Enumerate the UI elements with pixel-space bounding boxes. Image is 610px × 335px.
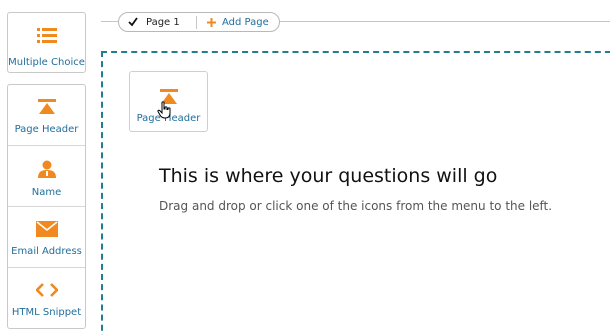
palette-item-label: Multiple Choice	[8, 57, 85, 68]
tab-page-1[interactable]: Page 1	[119, 13, 196, 31]
page-tabs: Page 1 Add Page	[118, 12, 280, 32]
palette-item-email-address[interactable]: Email Address	[8, 207, 85, 268]
palette-item-label: Name	[31, 187, 62, 198]
plus-icon	[207, 17, 216, 27]
list-icon	[36, 28, 57, 43]
tab-page-label: Page 1	[146, 16, 180, 28]
palette-item-label: HTML Snippet	[11, 307, 82, 318]
palette-item-html-snippet[interactable]: HTML Snippet	[8, 268, 85, 329]
add-page-button[interactable]: Add Page	[197, 13, 269, 31]
envelope-icon	[35, 221, 58, 237]
palette-multiple-choice-card: Multiple Choice	[7, 12, 86, 73]
checkmark-icon	[128, 17, 138, 27]
add-page-label: Add Page	[222, 16, 269, 28]
code-icon	[35, 283, 58, 297]
palette-item-label: Page Header	[14, 124, 79, 135]
palette-item-page-header[interactable]: Page Header	[8, 85, 85, 146]
palette-item-label: Email Address	[11, 246, 82, 257]
palette-item-multiple-choice[interactable]: Multiple Choice	[8, 13, 85, 72]
empty-state-subtitle: Drag and drop or click one of the icons …	[159, 199, 553, 213]
hand-cursor-icon	[157, 101, 171, 119]
empty-state-title: This is where your questions will go	[159, 165, 498, 187]
palette-item-name[interactable]: Name	[8, 146, 85, 207]
page-header-icon	[37, 99, 56, 114]
person-icon	[37, 160, 56, 178]
palette-fields-card: Page Header Name Email Address HTML Snip…	[7, 84, 86, 329]
